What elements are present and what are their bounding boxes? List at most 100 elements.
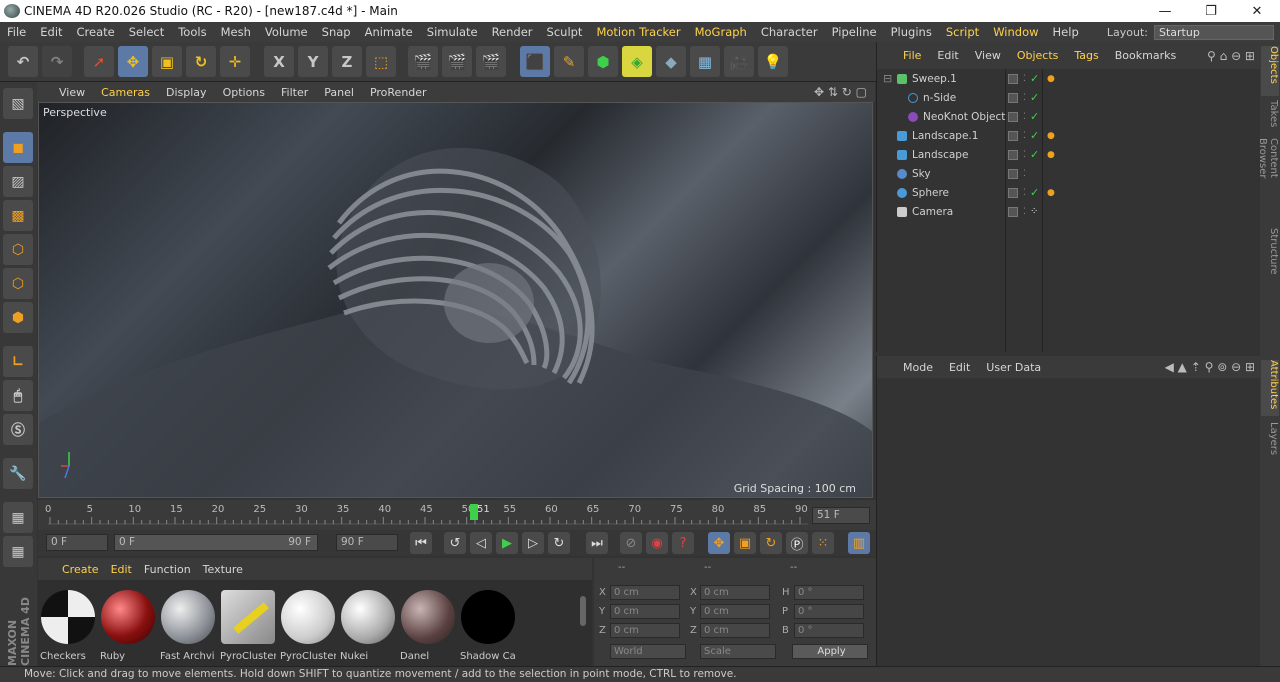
pen-spline-icon[interactable]: ✎ [554, 46, 584, 77]
edges-mode-icon[interactable]: ⬡ [3, 268, 33, 299]
playhead-marker[interactable] [470, 504, 478, 520]
menu-select[interactable]: Select [122, 25, 171, 39]
undo-icon[interactable]: ↶ [8, 46, 38, 77]
material-menu-function[interactable]: Function [138, 563, 197, 576]
layout-dropdown[interactable]: Startup [1154, 24, 1274, 40]
object-menu-tags[interactable]: Tags [1066, 49, 1106, 62]
goto-end-icon[interactable]: ⏭ [586, 532, 608, 554]
texture-mode-icon[interactable]: ▨ [3, 166, 33, 197]
object-menu-file[interactable]: File [881, 49, 929, 62]
pos-y-field[interactable]: 0 cm [610, 604, 680, 619]
object-row-sphere[interactable]: Sphere ⁚ ✓ ● [877, 183, 1261, 202]
object-menu-objects[interactable]: Objects [1009, 49, 1067, 62]
autokey-icon[interactable]: ? [672, 532, 694, 554]
axis-mode-icon[interactable]: ∟ [3, 346, 33, 377]
timeline-window-icon[interactable]: ▥ [848, 532, 870, 554]
tab-structure[interactable]: Structure [1261, 228, 1279, 278]
scale-dropdown[interactable]: Scale [700, 644, 776, 659]
key-position-icon[interactable]: ✥ [708, 532, 730, 554]
material-menu-edit[interactable]: Edit [105, 563, 138, 576]
timeline-ruler[interactable]: 0 5 10 15 20 25 30 35 40 45 50 51 55 60 65 70 75 80 85 90 5… [38, 500, 876, 530]
points-mode-icon[interactable]: ⬡ [3, 234, 33, 265]
material-menu-create[interactable]: Create [38, 563, 105, 576]
live-select-icon[interactable]: ➚ [84, 46, 114, 77]
menu-mograph[interactable]: MoGraph [688, 25, 754, 39]
next-key-icon[interactable]: ↻ [548, 532, 570, 554]
menu-file[interactable]: File [0, 25, 33, 39]
snap-icon[interactable]: Ⓢ [3, 414, 33, 445]
menu-tools[interactable]: Tools [171, 25, 213, 39]
object-menu-bookmarks[interactable]: Bookmarks [1107, 49, 1184, 62]
play-icon[interactable]: ▶ [496, 532, 518, 554]
enabled-check-icon[interactable]: ✓ [1030, 110, 1039, 123]
menu-motion-tracker[interactable]: Motion Tracker [589, 25, 687, 39]
viewport-menu-panel[interactable]: Panel [316, 86, 362, 99]
key-rotation-icon[interactable]: ↻ [760, 532, 782, 554]
enabled-check-icon[interactable]: ✓ [1030, 91, 1039, 104]
attribute-menu-edit[interactable]: Edit [941, 361, 978, 374]
size-y-field[interactable]: 0 cm [700, 604, 770, 619]
viewport-nav-icons[interactable]: ✥ ⇅ ↻ ▢ [814, 85, 867, 99]
menu-window[interactable]: Window [986, 25, 1045, 39]
rot-b-field[interactable]: 0 ° [794, 623, 864, 638]
menu-simulate[interactable]: Simulate [420, 25, 485, 39]
rot-h-field[interactable]: 0 ° [794, 585, 864, 600]
object-row-camera[interactable]: Camera ⁚ ⁘ [877, 202, 1261, 221]
rotate-icon[interactable]: ↻ [186, 46, 216, 77]
render-settings-icon[interactable]: 🎬 [476, 46, 506, 77]
prev-frame-icon[interactable]: ◁ [470, 532, 492, 554]
tab-takes[interactable]: Takes [1261, 100, 1279, 134]
polygons-mode-icon[interactable]: ⬢ [3, 302, 33, 333]
make-editable-icon[interactable]: ▧ [3, 88, 33, 119]
tab-objects[interactable]: Objects [1261, 46, 1279, 96]
end-frame-field[interactable]: 90 F [336, 534, 398, 551]
layer-checkbox[interactable] [1008, 130, 1018, 141]
start-frame-field[interactable]: 0 F [46, 534, 108, 551]
object-row-sky[interactable]: Sky ⁚ [877, 164, 1261, 183]
object-menu-edit[interactable]: Edit [929, 49, 966, 62]
minimize-button[interactable]: — [1142, 0, 1188, 22]
transform-icon[interactable]: ✛ [220, 46, 250, 77]
visibility-dots-icon[interactable]: ⁚ [1023, 93, 1026, 103]
material-danel[interactable]: Danel [400, 588, 456, 662]
cube-icon[interactable]: ⬛ [520, 46, 550, 77]
rot-p-field[interactable]: 0 ° [794, 604, 864, 619]
material-scrollbar[interactable] [580, 596, 586, 626]
layer-checkbox[interactable] [1008, 168, 1018, 179]
viewport[interactable]: Perspective Grid Spacing : 100 cm [38, 102, 873, 498]
viewport-menu-display[interactable]: Display [158, 86, 215, 99]
menu-volume[interactable]: Volume [258, 25, 315, 39]
object-row-neoknot[interactable]: NeoKnot Object ⁚ ✓ [877, 107, 1261, 126]
tab-content-browser[interactable]: Content Browser [1257, 138, 1279, 218]
next-frame-icon[interactable]: ▷ [522, 532, 544, 554]
layer-checkbox[interactable] [1008, 111, 1018, 122]
prev-key-icon[interactable]: ↺ [444, 532, 466, 554]
visibility-dots-icon[interactable]: ⁚ [1023, 112, 1026, 122]
scale-icon[interactable]: ▣ [152, 46, 182, 77]
object-row-sweep[interactable]: ⊟ Sweep.1 ⁚ ✓ ● [877, 69, 1261, 88]
phong-tag-icon[interactable]: ● [1047, 74, 1055, 84]
viewport-menu-filter[interactable]: Filter [273, 86, 316, 99]
camera-icon[interactable]: 🎥 [724, 46, 754, 77]
menu-character[interactable]: Character [754, 25, 825, 39]
menu-snap[interactable]: Snap [315, 25, 358, 39]
phong-tag-icon[interactable]: ● [1047, 188, 1055, 198]
viewport-menu-view[interactable]: View [37, 86, 93, 99]
close-button[interactable]: ✕ [1234, 0, 1280, 22]
current-frame-field[interactable]: 51 F [812, 507, 870, 524]
attribute-menu-user-data[interactable]: User Data [978, 361, 1049, 374]
viewport-menu-options[interactable]: Options [215, 86, 273, 99]
visibility-dots-icon[interactable]: ⁚ [1023, 169, 1026, 179]
menu-mesh[interactable]: Mesh [214, 25, 258, 39]
world-dropdown[interactable]: World [610, 644, 686, 659]
floor-icon[interactable]: ▦ [690, 46, 720, 77]
attribute-menu-mode[interactable]: Mode [895, 361, 941, 374]
attribute-nav-icons[interactable]: ◀ ▲ ⇡ ⚲ ⊚ ⊖ ⊞ [1165, 360, 1255, 374]
key-pla-icon[interactable]: ⁙ [812, 532, 834, 554]
redo-icon[interactable]: ↷ [42, 46, 72, 77]
model-mode-icon[interactable]: ◼ [3, 132, 33, 163]
material-checkers[interactable]: Checkers [40, 588, 96, 662]
material-shadow-catcher[interactable]: Shadow Ca [460, 588, 516, 662]
material-nukei[interactable]: Nukei [340, 588, 396, 662]
visibility-dots-icon[interactable]: ⁚ [1023, 150, 1026, 160]
